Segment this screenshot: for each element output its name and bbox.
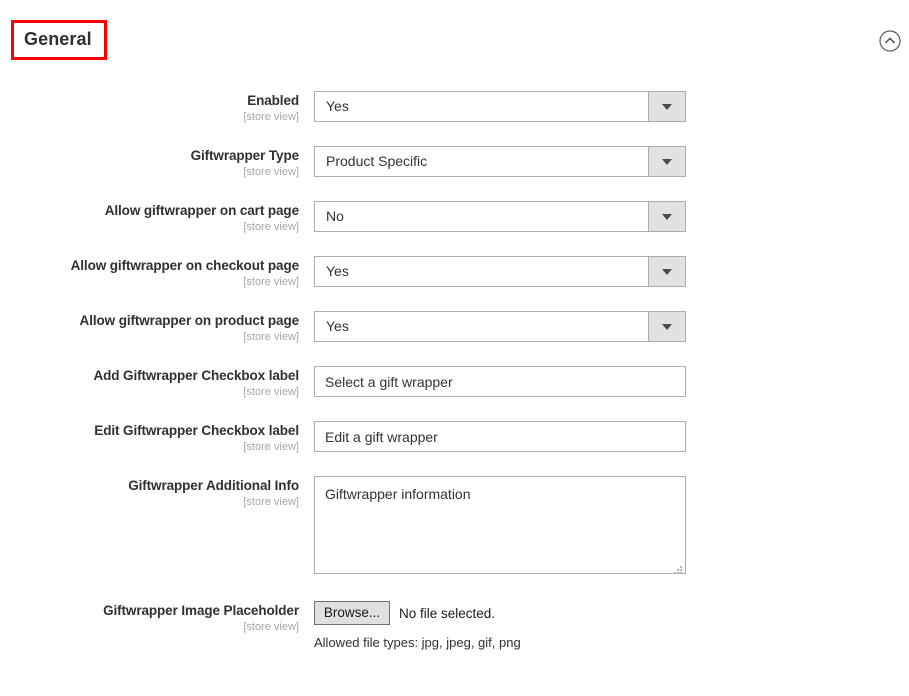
- field-label-group: Allow giftwrapper on cart page [store vi…: [0, 202, 299, 235]
- field-label-group: Allow giftwrapper on product page [store…: [0, 312, 300, 345]
- field-label-group: Add Giftwrapper Checkbox label [store vi…: [0, 367, 299, 400]
- additional-info-textarea[interactable]: Giftwrapper information: [314, 476, 686, 574]
- field-row-allow-checkout-page: Allow giftwrapper on checkout page [stor…: [0, 247, 909, 302]
- field-control: [314, 366, 686, 397]
- select-value: Yes: [326, 263, 349, 279]
- field-label: Enabled: [247, 93, 299, 108]
- textarea-wrapper: Giftwrapper information: [314, 476, 686, 574]
- chevron-down-icon[interactable]: [648, 92, 685, 121]
- allow-product-page-select[interactable]: Yes: [314, 311, 686, 342]
- select-value: Product Specific: [326, 153, 428, 169]
- field-row-allow-product-page: Allow giftwrapper on product page [store…: [0, 302, 909, 357]
- field-row-image-placeholder: Giftwrapper Image Placeholder [store vie…: [0, 592, 909, 662]
- field-row-add-checkbox-label: Add Giftwrapper Checkbox label [store vi…: [0, 357, 909, 412]
- field-control: Yes: [314, 311, 686, 342]
- field-control: No: [314, 201, 686, 232]
- select-value: Yes: [326, 318, 349, 334]
- file-upload-control: Browse... No file selected.: [314, 601, 521, 625]
- field-label-group: Enabled [store view]: [0, 92, 299, 125]
- chevron-down-icon[interactable]: [648, 202, 685, 231]
- field-label: Giftwrapper Additional Info: [128, 478, 299, 493]
- add-checkbox-label-input[interactable]: [314, 366, 686, 397]
- enabled-select[interactable]: Yes: [314, 91, 686, 122]
- field-control: Browse... No file selected. Allowed file…: [314, 601, 521, 650]
- select-value: No: [326, 208, 344, 224]
- field-label: Add Giftwrapper Checkbox label: [93, 368, 299, 383]
- chevron-down-icon[interactable]: [648, 147, 685, 176]
- allowed-file-types-note: Allowed file types: jpg, jpeg, gif, png: [314, 635, 521, 650]
- field-scope: [store view]: [243, 386, 299, 398]
- settings-form: Enabled [store view] Yes Giftwrapper Typ…: [0, 82, 909, 662]
- field-row-giftwrapper-type: Giftwrapper Type [store view] Product Sp…: [0, 137, 909, 192]
- field-label-group: Edit Giftwrapper Checkbox label [store v…: [0, 422, 299, 455]
- field-scope: [store view]: [243, 621, 299, 633]
- section-header: General: [0, 0, 909, 82]
- allow-cart-page-select[interactable]: No: [314, 201, 686, 232]
- field-scope: [store view]: [243, 166, 299, 178]
- field-control: [314, 421, 686, 452]
- field-label: Allow giftwrapper on cart page: [104, 203, 299, 218]
- field-label-group: Giftwrapper Additional Info [store view]: [0, 477, 299, 510]
- field-scope: [store view]: [243, 496, 299, 508]
- field-scope: [store view]: [243, 441, 299, 453]
- field-scope: [store view]: [243, 331, 299, 343]
- field-row-edit-checkbox-label: Edit Giftwrapper Checkbox label [store v…: [0, 412, 909, 467]
- field-label: Edit Giftwrapper Checkbox label: [94, 423, 299, 438]
- field-label-group: Allow giftwrapper on checkout page [stor…: [0, 257, 299, 290]
- edit-checkbox-label-input[interactable]: [314, 421, 686, 452]
- giftwrapper-type-select[interactable]: Product Specific: [314, 146, 686, 177]
- field-row-enabled: Enabled [store view] Yes: [0, 82, 909, 137]
- field-control: Yes: [314, 256, 686, 287]
- select-value: Yes: [326, 98, 349, 114]
- field-scope: [store view]: [243, 111, 299, 123]
- page-title: General: [24, 29, 92, 49]
- field-scope: [store view]: [243, 221, 299, 233]
- field-row-additional-info: Giftwrapper Additional Info [store view]…: [0, 467, 909, 592]
- field-label-group: Giftwrapper Type [store view]: [0, 147, 300, 180]
- file-status-text: No file selected.: [399, 605, 496, 621]
- field-row-allow-cart-page: Allow giftwrapper on cart page [store vi…: [0, 192, 909, 247]
- field-label: Allow giftwrapper on checkout page: [70, 258, 299, 273]
- field-scope: [store view]: [243, 276, 299, 288]
- field-label: Giftwrapper Type: [190, 148, 300, 163]
- field-label: Giftwrapper Image Placeholder: [103, 603, 299, 618]
- section-title-highlight[interactable]: General: [11, 20, 107, 60]
- field-control: Giftwrapper information: [314, 476, 686, 574]
- field-control: Product Specific: [314, 146, 686, 177]
- chevron-up-circle-icon[interactable]: [879, 30, 901, 52]
- chevron-down-icon[interactable]: [648, 312, 685, 341]
- field-label: Allow giftwrapper on product page: [79, 313, 300, 328]
- field-control: Yes: [314, 91, 686, 122]
- allow-checkout-page-select[interactable]: Yes: [314, 256, 686, 287]
- chevron-down-icon[interactable]: [648, 257, 685, 286]
- browse-button[interactable]: Browse...: [314, 601, 390, 625]
- config-page: General Enabled [store view] Yes Giftwra…: [0, 0, 909, 696]
- field-label-group: Giftwrapper Image Placeholder [store vie…: [0, 602, 299, 635]
